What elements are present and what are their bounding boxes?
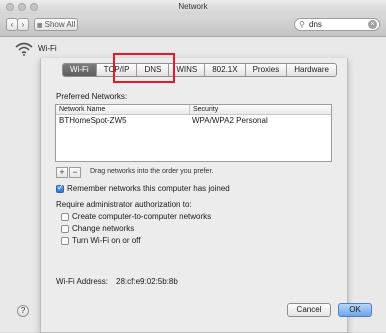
create-networks-checkbox[interactable] [61, 213, 69, 221]
create-networks-label: Create computer-to-computer networks [72, 212, 212, 221]
wifi-address-value: 28:cf:e9:02:5b:8b [116, 277, 178, 286]
drag-hint: Drag networks into the order you prefer. [90, 168, 214, 175]
search-field[interactable]: ⚲ dns × [294, 18, 380, 31]
ok-button[interactable]: OK [338, 303, 372, 317]
change-networks-checkbox[interactable] [61, 225, 69, 233]
forward-button[interactable]: › [17, 18, 29, 31]
remove-network-button[interactable]: − [69, 167, 81, 178]
column-security[interactable]: Security [189, 105, 218, 114]
chevron-left-icon: ‹ [10, 20, 14, 29]
window-title: Network [178, 2, 208, 11]
security-cell: WPA/WPA2 Personal [192, 116, 268, 125]
tab-bar: Wi-Fi TCP/IP DNS WINS 802.1X Proxies Har… [62, 63, 337, 77]
search-input[interactable]: dns [309, 20, 322, 29]
dns-tab-highlight [113, 53, 175, 83]
wifi-icon [15, 42, 33, 56]
toolbar: ‹ › ▦ Show All ⚲ dns × [0, 14, 386, 37]
table-row[interactable]: BTHomeSpot-ZW5 WPA/WPA2 Personal [56, 116, 331, 126]
cancel-button[interactable]: Cancel [287, 303, 331, 317]
tab-proxies[interactable]: Proxies [245, 64, 288, 76]
tab-hardware[interactable]: Hardware [287, 64, 336, 76]
grid-icon: ▦ [36, 23, 43, 29]
tab-wifi[interactable]: Wi-Fi [63, 64, 97, 76]
preferred-networks-table[interactable]: Network Name Security BTHomeSpot-ZW5 WPA… [55, 104, 332, 162]
remember-networks-label: Remember networks this computer has join… [67, 184, 230, 193]
require-admin-label: Require administrator authorization to: [56, 200, 192, 209]
network-name-cell: BTHomeSpot-ZW5 [59, 116, 127, 125]
show-all-button[interactable]: ▦ Show All [34, 18, 78, 31]
section-title: Wi-Fi [38, 44, 57, 53]
chevron-right-icon: › [21, 20, 25, 29]
column-network-name[interactable]: Network Name [59, 105, 105, 114]
show-all-label: Show All [44, 20, 76, 29]
change-networks-label: Change networks [72, 224, 135, 233]
table-header: Network Name Security [56, 105, 331, 115]
preferred-networks-label: Preferred Networks: [56, 92, 128, 101]
add-network-button[interactable]: + [56, 167, 68, 178]
help-button[interactable]: ? [17, 305, 29, 317]
clear-search-icon[interactable]: × [368, 20, 377, 29]
turn-wifi-label: Turn Wi-Fi on or off [72, 236, 141, 245]
turn-wifi-checkbox[interactable] [61, 237, 69, 245]
search-icon: ⚲ [299, 20, 305, 29]
remember-networks-checkbox[interactable] [56, 183, 64, 193]
tab-8021x[interactable]: 802.1X [205, 64, 246, 76]
title-bar: Network [0, 0, 386, 15]
wifi-address-label: Wi-Fi Address: [56, 277, 109, 286]
